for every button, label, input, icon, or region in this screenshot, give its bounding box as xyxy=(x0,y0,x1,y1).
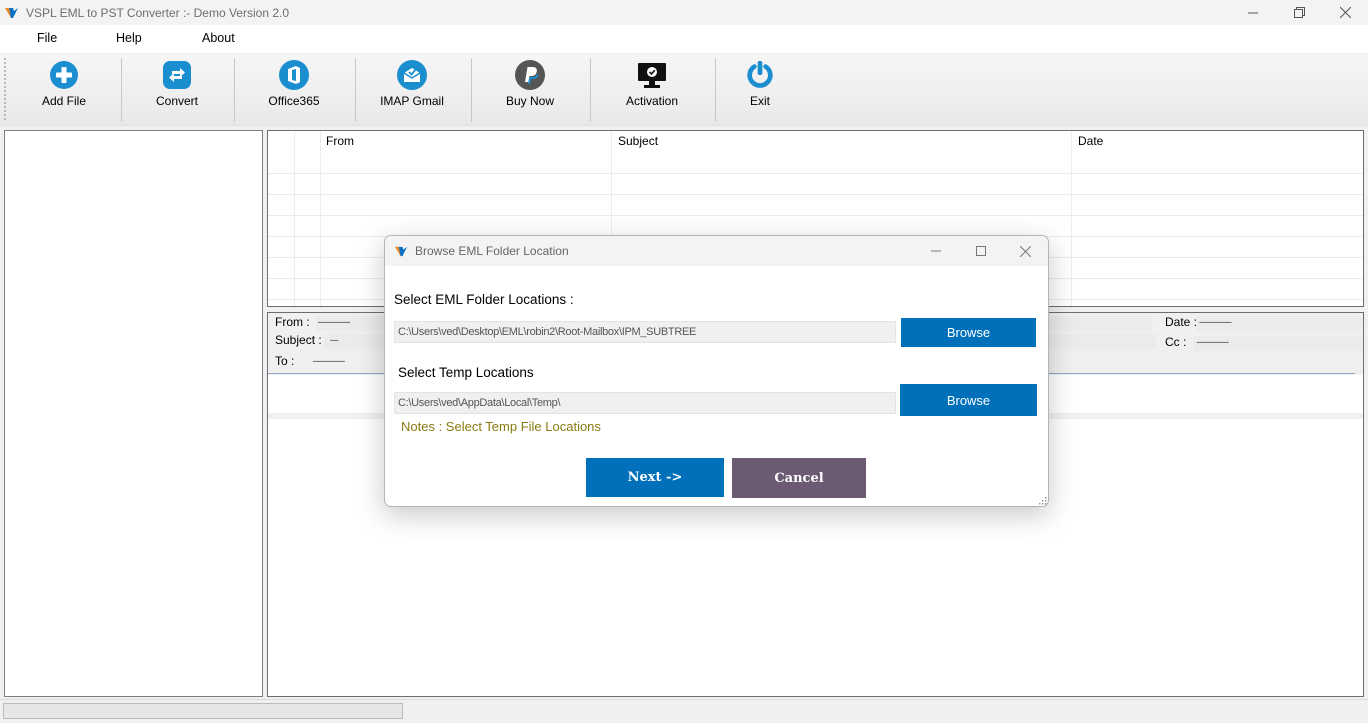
cancel-button[interactable]: Cancel xyxy=(732,458,866,498)
date-field: Date : ---------------- xyxy=(1165,315,1232,329)
grid-column-divider xyxy=(320,131,321,306)
from-value: ---------------- xyxy=(317,317,351,327)
browse-eml-dialog: Browse EML Folder Location Select EML Fo… xyxy=(384,235,1049,507)
monitor-check-icon xyxy=(638,63,666,88)
eml-folder-path-input[interactable]: C:\Users\ved\Desktop\EML\robin2\Root-Mai… xyxy=(394,321,896,343)
office365-button[interactable]: Office365 xyxy=(244,60,344,108)
cc-value: ---------------- xyxy=(1196,337,1229,347)
status-bar xyxy=(0,699,1368,723)
browse-temp-button[interactable]: Browse xyxy=(900,384,1037,416)
grid-row-line xyxy=(268,194,1363,195)
grid-header: From Subject Date xyxy=(268,131,1363,153)
convert-label: Convert xyxy=(155,94,199,108)
folder-tree-panel[interactable] xyxy=(4,130,263,697)
minimize-icon xyxy=(930,250,941,252)
toolbar-separator xyxy=(590,58,591,122)
app-logo-icon xyxy=(5,7,18,18)
activation-label: Activation xyxy=(625,94,679,108)
plus-circle-icon xyxy=(50,61,78,89)
toolbar-separator xyxy=(355,58,356,122)
app-logo-icon xyxy=(395,246,408,256)
close-icon xyxy=(1339,7,1351,18)
to-label: To : xyxy=(275,354,295,368)
temp-note: Notes : Select Temp File Locations xyxy=(401,419,601,434)
dialog-title: Browse EML Folder Location xyxy=(415,244,569,258)
menu-file[interactable]: File xyxy=(37,31,57,45)
add-file-button[interactable]: Add File xyxy=(14,60,114,108)
column-header-subject[interactable]: Subject xyxy=(618,134,658,148)
to-field: To : ---------------- xyxy=(275,354,345,368)
exit-button[interactable]: Exit xyxy=(710,60,810,108)
restore-button[interactable] xyxy=(1276,0,1322,25)
imap-gmail-button[interactable]: IMAP Gmail xyxy=(362,60,462,108)
column-header-date[interactable]: Date xyxy=(1078,134,1103,148)
next-button[interactable]: Next -> xyxy=(586,458,724,497)
buy-now-button[interactable]: Buy Now xyxy=(480,60,580,108)
office365-label: Office365 xyxy=(268,94,320,108)
toolbar: Add File Convert Office365 IMAP Gmail Bu… xyxy=(0,54,1368,126)
window-title: VSPL EML to PST Converter :- Demo Versio… xyxy=(26,5,290,20)
from-label: From : xyxy=(275,315,310,329)
grid-row-line xyxy=(268,215,1363,216)
exit-label: Exit xyxy=(749,94,770,108)
subject-value: ---- xyxy=(329,335,339,345)
grid-row-line xyxy=(268,173,1363,174)
menu-help[interactable]: Help xyxy=(116,31,142,45)
date-value: ---------------- xyxy=(1199,317,1232,327)
cc-field: Cc : ---------------- xyxy=(1165,335,1229,349)
close-icon xyxy=(1020,245,1031,257)
minimize-button[interactable] xyxy=(1230,0,1276,25)
app-window: VSPL EML to PST Converter :- Demo Versio… xyxy=(0,0,1368,723)
subject-field: Subject : ---- xyxy=(275,333,339,347)
dialog-minimize-button[interactable] xyxy=(913,236,958,266)
grid-column-divider xyxy=(1071,131,1072,306)
toolbar-separator xyxy=(471,58,472,122)
dialog-maximize-button[interactable] xyxy=(958,236,1003,266)
dialog-close-button[interactable] xyxy=(1003,236,1048,266)
power-icon xyxy=(747,60,773,88)
imap-mail-icon xyxy=(397,60,427,90)
to-value: ---------------- xyxy=(312,356,345,366)
activation-button[interactable]: Activation xyxy=(602,60,702,108)
menu-about[interactable]: About xyxy=(202,31,235,45)
title-bar: VSPL EML to PST Converter :- Demo Versio… xyxy=(0,0,1368,25)
maximize-icon xyxy=(975,246,986,256)
restore-icon xyxy=(1293,7,1305,18)
temp-location-label: Select Temp Locations xyxy=(398,365,534,380)
toolbar-grip[interactable] xyxy=(4,58,6,120)
dialog-title-bar: Browse EML Folder Location xyxy=(385,236,1048,266)
date-label: Date : xyxy=(1165,315,1198,329)
progress-bar xyxy=(3,703,403,719)
toolbar-separator xyxy=(121,58,122,122)
convert-button[interactable]: Convert xyxy=(127,60,227,108)
convert-arrows-icon xyxy=(163,61,191,89)
imap-gmail-label: IMAP Gmail xyxy=(380,94,444,108)
toolbar-separator xyxy=(234,58,235,122)
menu-bar: File Help About xyxy=(0,25,1368,53)
temp-path-input[interactable]: C:\Users\ved\AppData\Local\Temp\ xyxy=(394,392,896,414)
add-file-label: Add File xyxy=(41,94,87,108)
grid-column-divider xyxy=(294,131,295,306)
subject-label: Subject : xyxy=(275,333,322,347)
paypal-icon xyxy=(515,60,545,90)
eml-folder-label: Select EML Folder Locations : xyxy=(394,292,574,307)
from-field: From : ---------------- xyxy=(275,315,351,329)
column-header-from[interactable]: From xyxy=(326,134,354,148)
buy-now-label: Buy Now xyxy=(505,94,555,108)
cc-label: Cc : xyxy=(1165,335,1187,349)
resize-grip-icon[interactable] xyxy=(1037,495,1047,505)
office365-icon xyxy=(279,60,309,90)
close-button[interactable] xyxy=(1322,0,1368,25)
browse-eml-button[interactable]: Browse xyxy=(901,318,1036,347)
minimize-icon xyxy=(1248,12,1258,13)
